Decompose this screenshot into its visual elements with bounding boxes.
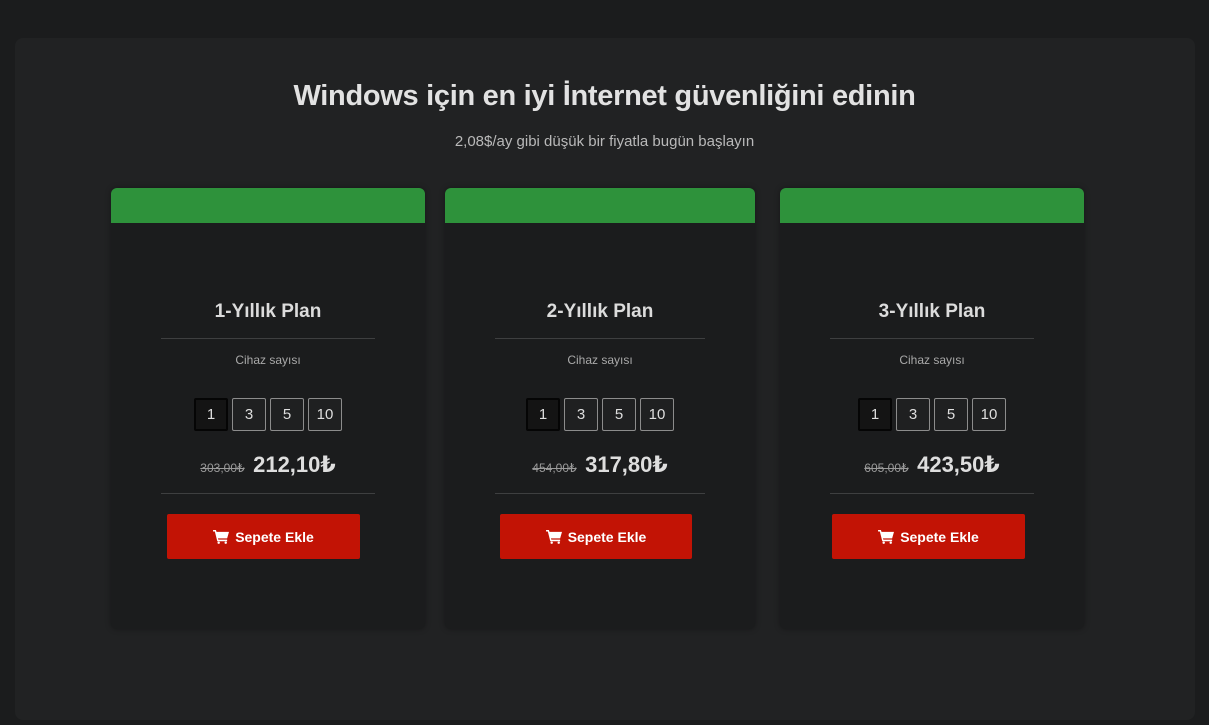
device-count-label: Cihaz sayısı bbox=[899, 353, 965, 367]
add-to-cart-label: Sepete Ekle bbox=[567, 528, 647, 545]
device-option-3[interactable]: 3 bbox=[896, 398, 930, 431]
device-option-10[interactable]: 10 bbox=[308, 398, 342, 431]
plan-card-1-year: 1-Yıllık Plan Cihaz sayısı 1 3 5 10 303,… bbox=[111, 188, 425, 629]
plan-title: 1-Yıllık Plan bbox=[214, 301, 322, 322]
divider bbox=[830, 338, 1034, 339]
divider bbox=[495, 338, 705, 339]
divider bbox=[161, 493, 375, 494]
add-to-cart-button[interactable]: Sepete Ekle bbox=[167, 514, 360, 559]
plan-title: 3-Yıllık Plan bbox=[878, 301, 986, 322]
page-subtitle: 2,08$/ay gibi düşük bir fiyatla bugün ba… bbox=[454, 133, 755, 150]
device-option-3[interactable]: 3 bbox=[564, 398, 598, 431]
add-to-cart-label: Sepete Ekle bbox=[900, 528, 979, 545]
device-count-options: 1 3 5 10 bbox=[780, 398, 1084, 431]
page-title: Windows için en iyi İnternet güvenliğini… bbox=[293, 80, 916, 112]
card-header-bar bbox=[111, 188, 425, 223]
old-price: 605,00₺ bbox=[864, 461, 909, 475]
plan-title: 2-Yıllık Plan bbox=[546, 301, 654, 322]
current-price: 423,50₺ bbox=[917, 452, 1000, 477]
plan-card-3-year: 3-Yıllık Plan Cihaz sayısı 1 3 5 10 605,… bbox=[780, 188, 1084, 629]
current-price: 212,10₺ bbox=[253, 452, 336, 477]
price-row: 303,00₺ 212,10₺ bbox=[111, 452, 425, 478]
device-option-5[interactable]: 5 bbox=[602, 398, 636, 431]
device-count-label: Cihaz sayısı bbox=[235, 353, 301, 367]
divider bbox=[830, 493, 1034, 494]
device-option-10[interactable]: 10 bbox=[972, 398, 1006, 431]
device-option-1[interactable]: 1 bbox=[526, 398, 560, 431]
device-option-1[interactable]: 1 bbox=[858, 398, 892, 431]
price-row: 605,00₺ 423,50₺ bbox=[780, 452, 1084, 478]
price-row: 454,00₺ 317,80₺ bbox=[445, 452, 755, 478]
card-header-bar bbox=[780, 188, 1084, 223]
device-option-1[interactable]: 1 bbox=[194, 398, 228, 431]
plan-card-2-year: 2-Yıllık Plan Cihaz sayısı 1 3 5 10 454,… bbox=[445, 188, 755, 629]
old-price: 454,00₺ bbox=[532, 461, 577, 475]
old-price: 303,00₺ bbox=[200, 461, 245, 475]
add-to-cart-label: Sepete Ekle bbox=[235, 528, 314, 545]
divider bbox=[161, 338, 375, 339]
add-to-cart-button[interactable]: Sepete Ekle bbox=[832, 514, 1025, 559]
cart-icon bbox=[213, 529, 230, 544]
device-count-label: Cihaz sayısı bbox=[567, 353, 633, 367]
divider bbox=[495, 493, 705, 494]
current-price: 317,80₺ bbox=[585, 452, 668, 477]
add-to-cart-button[interactable]: Sepete Ekle bbox=[500, 514, 692, 559]
device-option-10[interactable]: 10 bbox=[640, 398, 674, 431]
cart-icon bbox=[878, 529, 895, 544]
device-option-3[interactable]: 3 bbox=[232, 398, 266, 431]
cart-icon bbox=[545, 529, 562, 544]
device-count-options: 1 3 5 10 bbox=[111, 398, 425, 431]
device-option-5[interactable]: 5 bbox=[270, 398, 304, 431]
card-header-bar bbox=[445, 188, 755, 223]
device-option-5[interactable]: 5 bbox=[934, 398, 968, 431]
device-count-options: 1 3 5 10 bbox=[445, 398, 755, 431]
